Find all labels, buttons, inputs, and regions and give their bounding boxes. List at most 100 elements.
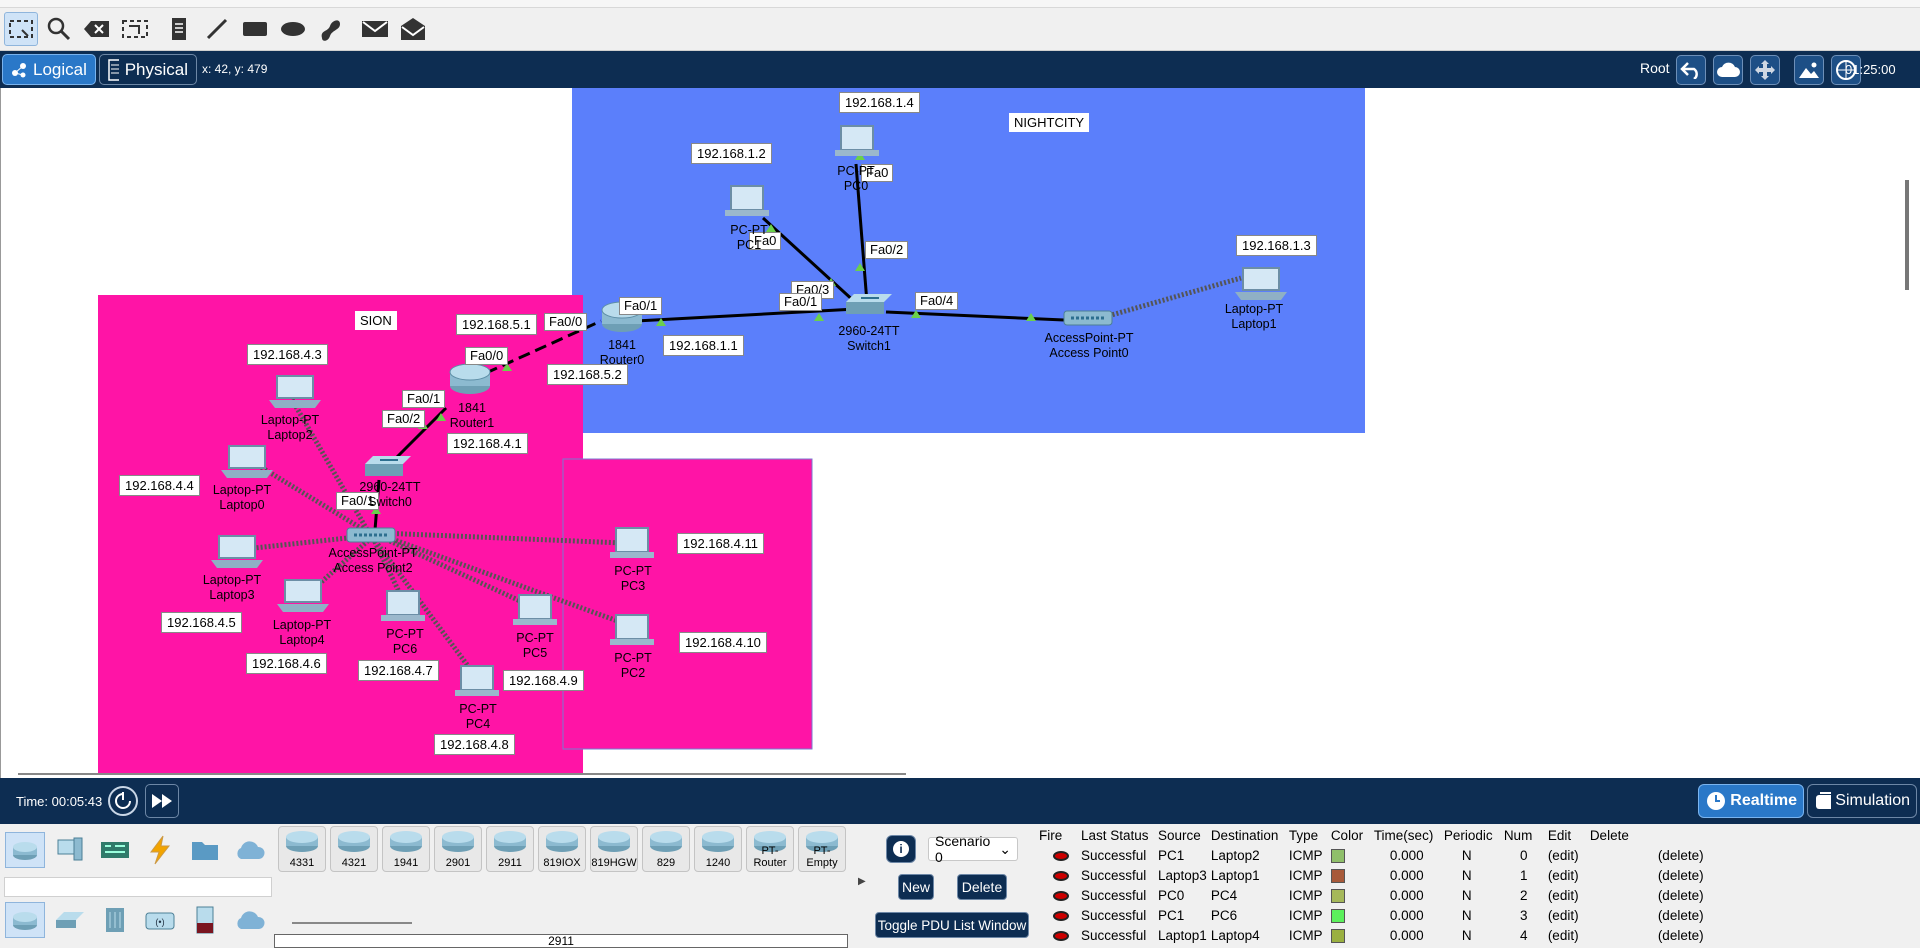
model-pt-empty[interactable]: PT-Empty — [798, 826, 846, 872]
laptop-icon[interactable] — [211, 535, 263, 568]
realtime-button[interactable]: Realtime — [1698, 784, 1804, 818]
collapse-arrow-icon[interactable]: ▶ — [858, 876, 866, 890]
switches-icon[interactable] — [50, 902, 90, 938]
model-2911[interactable]: 2911 — [486, 826, 534, 872]
laptop-icon[interactable] — [277, 579, 329, 612]
delete-link[interactable]: (delete) — [1586, 885, 1726, 905]
connections-icon[interactable] — [140, 832, 180, 868]
wan-emulation-icon[interactable] — [230, 902, 270, 938]
hubs-icon[interactable] — [95, 902, 135, 938]
time-cell: 0.000 — [1389, 867, 1424, 883]
line-icon[interactable] — [200, 12, 234, 46]
note-icon[interactable] — [162, 12, 196, 46]
info-button[interactable]: i — [886, 835, 916, 863]
model-4321[interactable]: 4321 — [330, 826, 378, 872]
edit-link[interactable]: (edit) — [1544, 845, 1586, 865]
model-list-scrollbar[interactable] — [292, 922, 412, 924]
fire-button[interactable] — [1035, 865, 1077, 885]
edit-link[interactable]: (edit) — [1544, 925, 1586, 945]
category-search[interactable] — [4, 877, 272, 897]
logical-canvas[interactable]: NIGHTCITY SION 192.168.1.4 192.168.1.2 1… — [0, 88, 1920, 778]
laptop-icon[interactable] — [221, 445, 273, 478]
rectangle-icon[interactable] — [238, 12, 272, 46]
pc-icon[interactable] — [455, 665, 499, 696]
pc-icon[interactable] — [381, 590, 425, 621]
pc-icon[interactable] — [835, 125, 879, 156]
model-819hgw[interactable]: 819HGW — [590, 826, 638, 872]
model-1240[interactable]: 1240 — [694, 826, 742, 872]
delete-scenario-button[interactable]: Delete — [957, 874, 1007, 900]
device-label-laptop4: Laptop-PT Laptop4 — [272, 618, 332, 647]
scenario-select[interactable]: Scenario 0 ⌄ — [928, 833, 1018, 865]
security-icon[interactable] — [185, 902, 225, 938]
network-devices-icon[interactable] — [5, 832, 45, 868]
complex-pdu-icon[interactable] — [396, 12, 430, 46]
move-icon[interactable] — [1750, 55, 1780, 85]
power-cycle-icon[interactable] — [108, 786, 138, 816]
access-point-icon[interactable] — [346, 527, 396, 543]
fire-button[interactable] — [1035, 845, 1077, 865]
components-icon[interactable] — [95, 832, 135, 868]
miscellaneous-icon[interactable] — [185, 832, 225, 868]
fire-icon[interactable] — [1053, 910, 1069, 921]
pc-icon[interactable] — [513, 594, 557, 625]
simulation-button[interactable]: Simulation — [1807, 784, 1917, 818]
tab-physical[interactable]: Physical — [99, 54, 197, 85]
fire-icon[interactable] — [1053, 890, 1069, 901]
simple-pdu-icon[interactable] — [358, 12, 392, 46]
background-image-icon[interactable] — [1794, 55, 1824, 85]
device-label-laptop1: Laptop-PT Laptop1 — [1224, 302, 1284, 331]
access-point-icon[interactable] — [1063, 310, 1113, 326]
new-scenario-button[interactable]: New — [898, 874, 934, 900]
delete-icon[interactable] — [80, 12, 114, 46]
num-cell: 3 — [1520, 907, 1528, 923]
pc-icon[interactable] — [725, 185, 769, 216]
fire-button[interactable] — [1035, 905, 1077, 925]
multiuser-icon[interactable] — [230, 832, 270, 868]
freeform-icon[interactable] — [314, 12, 348, 46]
fire-icon[interactable] — [1053, 870, 1069, 881]
num-cell: 2 — [1520, 887, 1528, 903]
model-4331[interactable]: 4331 — [278, 826, 326, 872]
pc-icon[interactable] — [610, 614, 654, 645]
fire-button[interactable] — [1035, 885, 1077, 905]
model-1941[interactable]: 1941 — [382, 826, 430, 872]
model-819iox[interactable]: 819IOX — [538, 826, 586, 872]
ellipse-icon[interactable] — [276, 12, 310, 46]
cloud-icon[interactable] — [1713, 55, 1743, 85]
fast-forward-icon[interactable] — [145, 784, 179, 818]
delete-link[interactable]: (delete) — [1586, 925, 1726, 945]
horizontal-scrollbar[interactable] — [18, 773, 906, 775]
laptop-icon[interactable] — [269, 375, 321, 408]
vertical-scrollbar[interactable] — [1905, 180, 1909, 290]
delete-link[interactable]: (delete) — [1586, 905, 1726, 925]
select-icon[interactable] — [4, 12, 38, 46]
model-pt-router[interactable]: PT-Router — [746, 826, 794, 872]
model-2901[interactable]: 2901 — [434, 826, 482, 872]
sim-time: Time: 00:05:43 — [16, 794, 103, 809]
wireless-devices-icon[interactable]: (•) — [140, 902, 180, 938]
laptop-icon[interactable] — [1235, 267, 1287, 300]
fire-icon[interactable] — [1053, 930, 1069, 941]
col-color: Color — [1330, 828, 1364, 843]
routers-icon[interactable] — [5, 902, 45, 938]
selected-model-label: 2911 — [274, 934, 848, 948]
resize-icon[interactable] — [118, 12, 152, 46]
tab-logical[interactable]: Logical — [2, 54, 96, 85]
fire-button[interactable] — [1035, 925, 1077, 945]
model-829[interactable]: 829 — [642, 826, 690, 872]
edit-link[interactable]: (edit) — [1544, 885, 1586, 905]
fire-icon[interactable] — [1053, 850, 1069, 861]
end-devices-icon[interactable] — [50, 832, 90, 868]
pdu-header-row: Fire Last Status Source Destination Type… — [1035, 826, 1726, 845]
edit-link[interactable]: (edit) — [1544, 865, 1586, 885]
toggle-pdu-list-button[interactable]: Toggle PDU List Window — [875, 912, 1029, 938]
delete-link[interactable]: (delete) — [1586, 845, 1726, 865]
router-icon[interactable] — [449, 363, 491, 394]
pdu-list: Fire Last Status Source Destination Type… — [1035, 826, 1920, 945]
pc-icon[interactable] — [610, 527, 654, 558]
delete-link[interactable]: (delete) — [1586, 865, 1726, 885]
back-icon[interactable] — [1676, 55, 1706, 85]
zoom-icon[interactable] — [42, 12, 76, 46]
edit-link[interactable]: (edit) — [1544, 905, 1586, 925]
